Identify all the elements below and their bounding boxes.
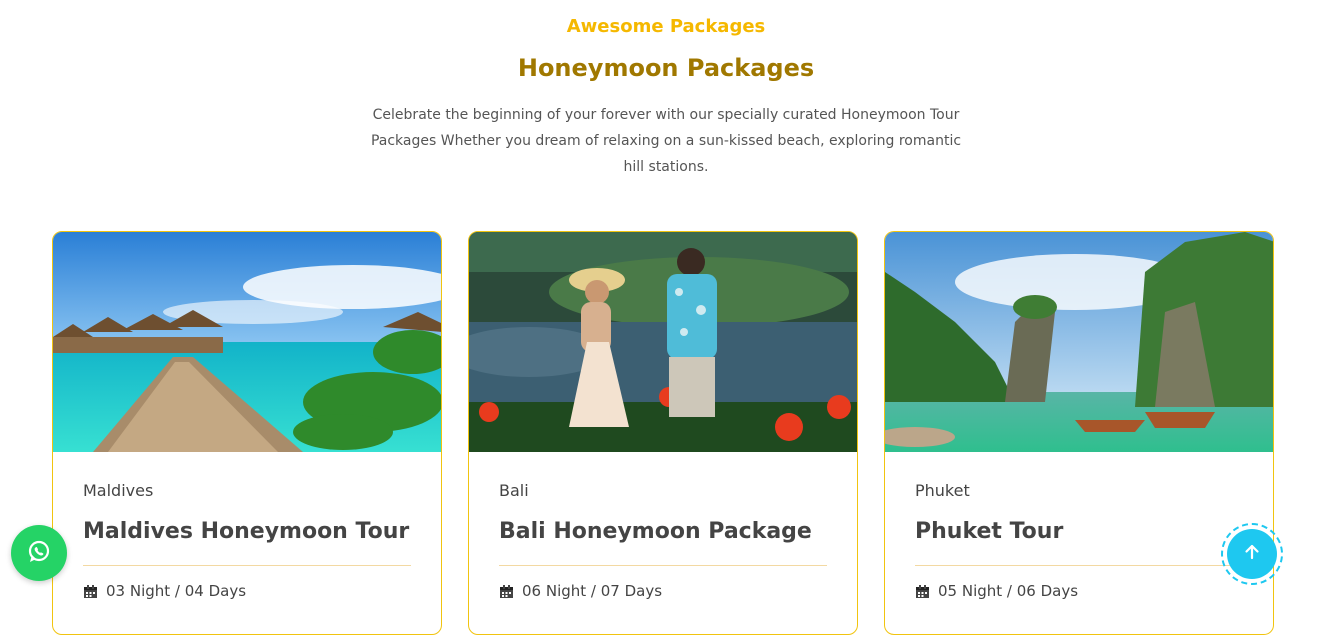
package-title[interactable]: Maldives Honeymoon Tour bbox=[83, 519, 409, 544]
package-duration: 05 Night / 06 Days bbox=[915, 582, 1078, 600]
package-duration-text: 03 Night / 04 Days bbox=[106, 582, 247, 600]
package-location: Maldives bbox=[83, 481, 154, 500]
package-image-bali[interactable] bbox=[469, 232, 857, 452]
section-eyebrow: Awesome Packages bbox=[566, 16, 766, 37]
package-title[interactable]: Phuket Tour bbox=[915, 519, 1063, 544]
card-divider bbox=[915, 565, 1243, 566]
package-card-bali[interactable]: Bali Bali Honeymoon Package 06 Night / 0… bbox=[468, 231, 858, 635]
section-title: Honeymoon Packages bbox=[517, 54, 815, 82]
arrow-up-icon bbox=[1243, 543, 1261, 565]
package-duration: 06 Night / 07 Days bbox=[499, 582, 662, 600]
package-image-phuket[interactable] bbox=[885, 232, 1273, 452]
calendar-icon bbox=[915, 584, 930, 599]
package-location: Phuket bbox=[915, 481, 970, 500]
package-card-maldives[interactable]: Maldives Maldives Honeymoon Tour 03 Nigh… bbox=[52, 231, 442, 635]
package-title[interactable]: Bali Honeymoon Package bbox=[499, 519, 812, 544]
scroll-top-button[interactable] bbox=[1221, 523, 1283, 585]
package-image-maldives[interactable] bbox=[53, 232, 441, 452]
whatsapp-icon bbox=[26, 538, 52, 568]
calendar-icon bbox=[83, 584, 98, 599]
package-card-phuket[interactable]: Phuket Phuket Tour 05 Night / 06 Days bbox=[884, 231, 1274, 635]
calendar-icon bbox=[499, 584, 514, 599]
package-duration-text: 06 Night / 07 Days bbox=[522, 582, 663, 600]
scroll-top-inner[interactable] bbox=[1227, 529, 1277, 579]
package-location: Bali bbox=[499, 481, 529, 500]
section-intro: Celebrate the beginning of your forever … bbox=[370, 107, 962, 175]
package-duration: 03 Night / 04 Days bbox=[83, 582, 246, 600]
package-duration-text: 05 Night / 06 Days bbox=[938, 582, 1079, 600]
card-divider bbox=[499, 565, 827, 566]
honeymoon-packages-section: Awesome Packages Honeymoon Packages Cele… bbox=[0, 0, 1332, 635]
whatsapp-button[interactable] bbox=[11, 525, 67, 581]
card-divider bbox=[83, 565, 411, 566]
